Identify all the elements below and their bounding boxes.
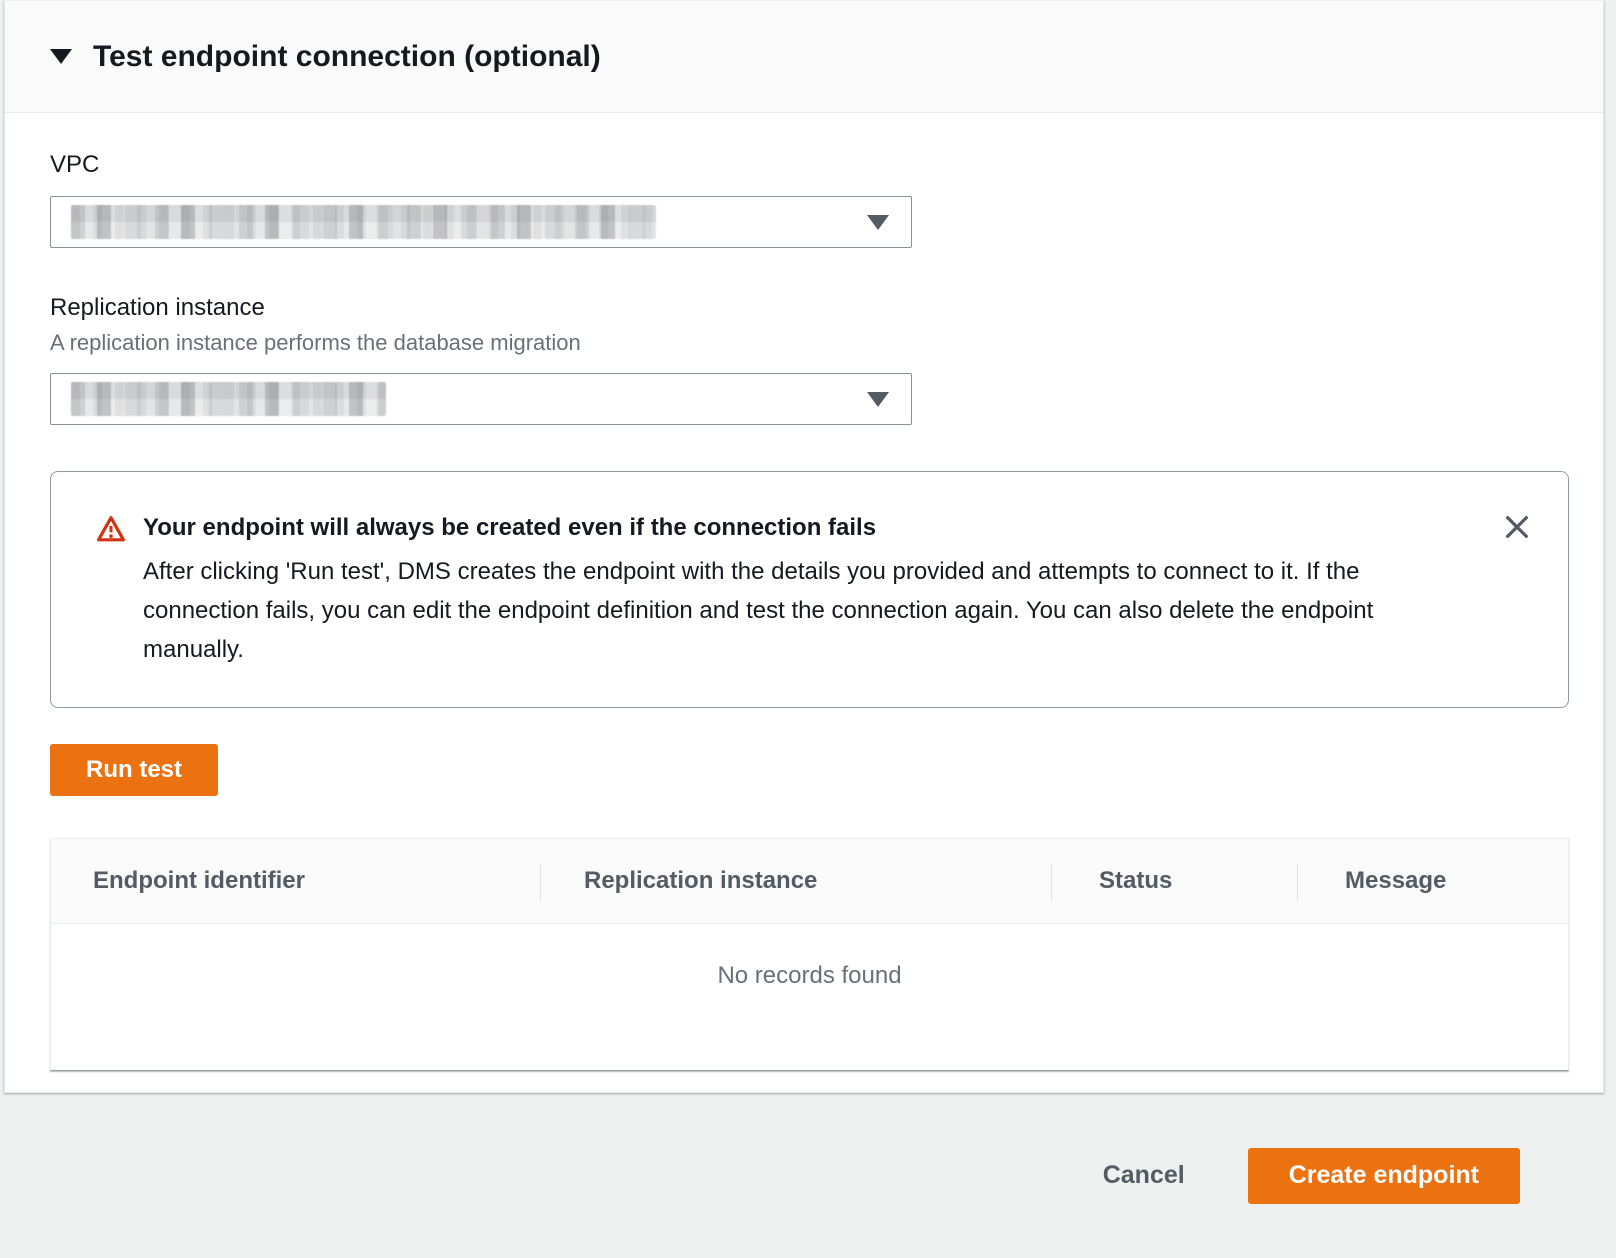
vpc-select[interactable] <box>50 196 912 248</box>
replication-instance-select[interactable] <box>50 373 912 425</box>
vpc-field: VPC <box>50 151 1562 248</box>
warning-triangle-icon <box>96 515 126 548</box>
replication-instance-label: Replication instance <box>50 294 1562 322</box>
vpc-selected-value-redacted <box>71 205 656 239</box>
alert-title: Your endpoint will always be created eve… <box>143 513 1403 543</box>
replication-instance-description: A replication instance performs the data… <box>50 330 1562 356</box>
section-header-toggle[interactable]: Test endpoint connection (optional) <box>5 1 1603 113</box>
collapse-triangle-icon <box>50 49 72 64</box>
run-test-button[interactable]: Run test <box>50 744 218 796</box>
replication-instance-selected-value-redacted <box>71 382 386 416</box>
section-body: VPC Replication instance A replication i… <box>5 113 1603 1071</box>
close-icon[interactable] <box>1500 510 1534 544</box>
alert-content: Your endpoint will always be created eve… <box>143 513 1403 669</box>
alert-body-text: After clicking 'Run test', DMS creates t… <box>143 552 1403 669</box>
vpc-label: VPC <box>50 151 1562 179</box>
chevron-down-icon <box>867 215 889 230</box>
replication-instance-field: Replication instance A replication insta… <box>50 294 1562 425</box>
column-header-replication-instance: Replication instance <box>540 839 1051 923</box>
column-header-endpoint-identifier: Endpoint identifier <box>51 839 540 923</box>
empty-state-message: No records found <box>51 924 1568 1070</box>
connection-results-table: Endpoint identifier Replication instance… <box>50 838 1569 1071</box>
column-header-message: Message <box>1297 839 1568 923</box>
form-actions-footer: Cancel Create endpoint <box>0 1093 1616 1258</box>
section-title: Test endpoint connection (optional) <box>93 40 601 74</box>
chevron-down-icon <box>867 392 889 407</box>
column-header-status: Status <box>1051 839 1297 923</box>
table-header-row: Endpoint identifier Replication instance… <box>51 839 1568 924</box>
warning-alert: Your endpoint will always be created eve… <box>50 471 1569 708</box>
cancel-button[interactable]: Cancel <box>1103 1161 1185 1190</box>
test-endpoint-section: Test endpoint connection (optional) VPC … <box>4 0 1604 1093</box>
create-endpoint-button[interactable]: Create endpoint <box>1248 1148 1520 1204</box>
